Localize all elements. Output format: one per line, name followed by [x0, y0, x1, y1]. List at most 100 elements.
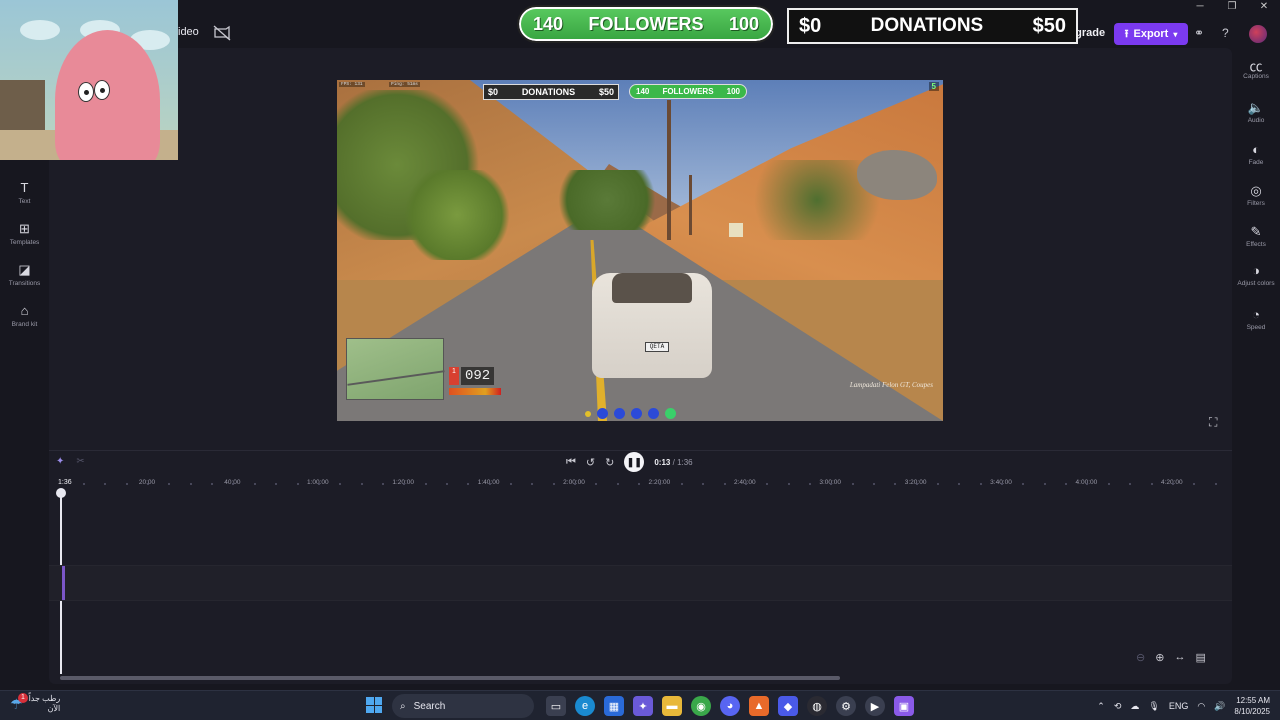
sidebar-item-filters[interactable]: ◎ Filters: [1232, 183, 1280, 207]
split-icon[interactable]: ✂: [76, 456, 84, 467]
minimize-button[interactable]: ─: [1184, 0, 1216, 14]
timeline-clip[interactable]: [62, 566, 65, 600]
ruler-minor-tick: [317, 483, 320, 485]
app-icon[interactable]: ⚙: [836, 696, 856, 716]
share-icon[interactable]: ⚭: [1194, 26, 1204, 40]
skip-back-icon[interactable]: ⏮: [566, 456, 576, 469]
discord-icon[interactable]: ◕: [720, 696, 740, 716]
file-explorer-icon[interactable]: ▬: [662, 696, 682, 716]
sidebar-item-fade[interactable]: ◐ Fade: [1232, 142, 1280, 166]
video-title[interactable]: ideo: [178, 26, 199, 38]
restore-button[interactable]: ❐: [1216, 0, 1248, 14]
followers-goal-bar: 140 FOLLOWERS 100: [517, 5, 775, 43]
clipchamp-editor: ─ ❐ ✕ ideo ◆ Upgrade ⭱ Export ▾ ⚭ ? libr…: [0, 0, 1280, 690]
volume-icon[interactable]: 🔊: [1214, 701, 1225, 712]
sidebar-item-speed[interactable]: ◔ Speed: [1232, 307, 1280, 331]
hud-dot: [614, 408, 625, 419]
sidebar-item-transitions[interactable]: ◪ Transitions: [0, 262, 49, 287]
edge-icon[interactable]: e: [575, 696, 595, 716]
task-view-icon[interactable]: ▭: [546, 696, 566, 716]
sidebar-item-text[interactable]: T Text: [0, 180, 49, 205]
hide-preview-icon[interactable]: [212, 24, 232, 42]
fit-to-screen-icon[interactable]: ↔: [1174, 651, 1185, 664]
templates-icon: ⊞: [19, 221, 30, 236]
timeline-ruler[interactable]: 20:0040:001:00:001:20:001:40:002:00:002:…: [49, 477, 1232, 491]
notification-badge: 1: [18, 692, 28, 703]
pause-button[interactable]: ❚❚: [624, 452, 645, 472]
sidebar-item-label: Brand kit: [11, 321, 38, 328]
media-player-icon[interactable]: ▶: [865, 696, 885, 716]
start-button[interactable]: [366, 697, 382, 713]
chevron-up-icon[interactable]: ⌃: [1097, 701, 1105, 712]
app-icon[interactable]: ▲: [749, 696, 769, 716]
ruler-minor-tick: [1193, 483, 1196, 485]
current-time: 0:13: [654, 457, 671, 467]
mini-donations-goal: $50: [598, 87, 614, 97]
export-button[interactable]: ⭱ Export ▾: [1114, 23, 1188, 45]
hud-dot: [665, 408, 676, 419]
wifi-icon[interactable]: ◠: [1197, 701, 1205, 712]
store-icon[interactable]: ▦: [604, 696, 624, 716]
timeline-track[interactable]: [49, 565, 1232, 601]
microphone-icon[interactable]: 🎙: [1148, 701, 1159, 712]
help-icon[interactable]: ?: [1222, 26, 1229, 40]
ruler-minor-tick: [168, 483, 171, 485]
playhead-handle[interactable]: [56, 488, 66, 498]
sidebar-item-templates[interactable]: ⊞ Templates: [0, 221, 49, 246]
avatar[interactable]: [1249, 25, 1267, 43]
timeline-scrollbar[interactable]: [60, 676, 840, 680]
ruler-minor-tick: [552, 483, 555, 485]
donations-goal-bar: $0 DONATIONS $50: [787, 8, 1078, 44]
sidebar-item-brand-kit[interactable]: ⌂ Brand kit: [0, 303, 49, 328]
captions-icon: ㏄: [1249, 59, 1263, 74]
clipchamp-icon[interactable]: ▣: [894, 696, 914, 716]
sidebar-item-audio[interactable]: 🔈 Audio: [1232, 100, 1280, 124]
sidebar-item-adjust-colors[interactable]: ◑ Adjust colors: [1232, 263, 1280, 287]
close-button[interactable]: ✕: [1248, 0, 1280, 14]
time-separator: /: [672, 457, 675, 467]
taskbar-apps: ▭ e ▦ ✦ ▬ ◉ ◕ ▲ ◆ ◍ ⚙ ▶ ▣: [546, 696, 914, 716]
timeline-view-icon[interactable]: ▤: [1195, 651, 1205, 664]
magic-icon[interactable]: ✦: [56, 456, 64, 467]
game-speedometer: 1 092: [449, 367, 495, 385]
cloud-icon[interactable]: ☁: [1130, 701, 1139, 712]
ruler-minor-tick: [616, 483, 619, 485]
fullscreen-icon[interactable]: ⛶: [1209, 415, 1217, 430]
copilot-icon[interactable]: ✦: [633, 696, 653, 716]
window-controls: ─ ❐ ✕: [1184, 0, 1280, 14]
ruler-minor-tick: [360, 483, 363, 485]
ruler-minor-tick: [1065, 483, 1068, 485]
ruler-minor-tick: [275, 483, 278, 485]
mini-donations-bar: $0 DONATIONS $50: [483, 84, 619, 100]
rewind-icon[interactable]: ↺: [586, 456, 595, 469]
rpm-bar: [449, 388, 501, 395]
chrome-icon[interactable]: ◉: [691, 696, 711, 716]
webcam-overlay: [0, 0, 178, 160]
sidebar-item-captions[interactable]: ㏄ Captions: [1232, 56, 1280, 80]
mini-followers-label: FOLLOWERS: [662, 87, 714, 96]
clock[interactable]: 12:55 AM 8/10/2025: [1234, 695, 1270, 717]
zoom-in-icon[interactable]: ⊕: [1155, 651, 1164, 664]
windows-logo-tile: [374, 697, 382, 705]
mini-followers-bar: 140 FOLLOWERS 100: [629, 84, 747, 99]
ruler-minor-tick: [1129, 483, 1132, 485]
ruler-minor-tick: [787, 483, 790, 485]
sidebar-item-effects[interactable]: ✎ Effects: [1232, 224, 1280, 248]
language-indicator[interactable]: ENG: [1169, 701, 1189, 711]
app-icon[interactable]: ◆: [778, 696, 798, 716]
ruler-minor-tick: [851, 483, 854, 485]
video-preview[interactable]: QETA FPS: 131 Ping: 51ms 5 $0 DONATIONS …: [337, 80, 943, 421]
fps-counter: FPS: 131: [339, 82, 365, 87]
hud-dot: [585, 411, 591, 417]
obs-icon[interactable]: ◍: [807, 696, 827, 716]
ruler-minor-tick: [445, 483, 448, 485]
taskbar-search[interactable]: ⌕ Search: [392, 694, 534, 718]
ruler-minor-tick: [638, 483, 641, 485]
forward-icon[interactable]: ↻: [605, 456, 614, 469]
ruler-minor-tick: [1150, 483, 1153, 485]
sync-icon[interactable]: ⟲: [1114, 701, 1122, 712]
game-bush: [397, 170, 517, 260]
zoom-out-icon[interactable]: ⊖: [1136, 651, 1145, 664]
weather-widget[interactable]: ☂ 1 رطب جداً الآن: [10, 692, 60, 714]
search-icon: ⌕: [400, 700, 406, 712]
